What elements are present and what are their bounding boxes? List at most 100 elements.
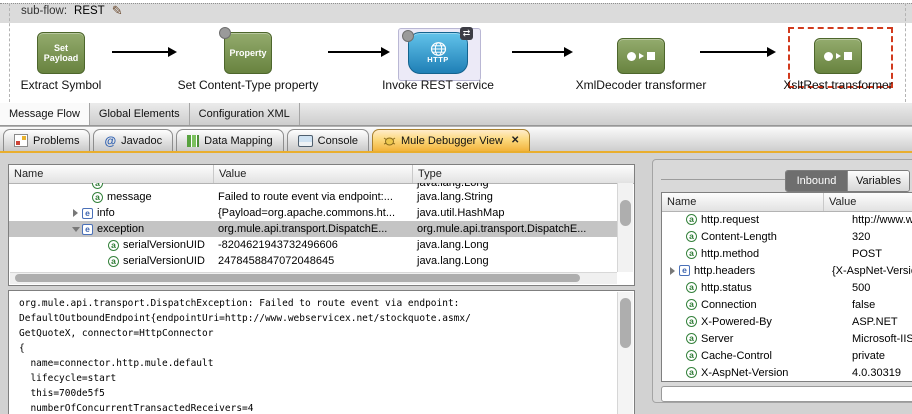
transformer-icon xyxy=(814,38,862,74)
mule-debugger-content: Name Value Type ajava.lang.LongamessageF… xyxy=(0,151,912,414)
flow-arrow xyxy=(700,51,768,53)
flow-arrow xyxy=(112,51,169,53)
mule-studio-window: sub-flow: REST ✎ Set Payload Extract Sym… xyxy=(0,0,912,414)
flow-node-set-content-type[interactable]: Property Set Content-Type property xyxy=(163,28,333,92)
message-tree-table: Name Value Type ajava.lang.LongamessageF… xyxy=(8,164,635,286)
attribute-icon: a xyxy=(108,240,119,251)
view-tab-bar: Problems @ Javadoc Data Mapping Console … xyxy=(0,126,912,151)
tree-row-exception[interactable]: eexceptionorg.mule.api.transport.Dispatc… xyxy=(9,221,617,237)
flow-node-invoke-rest-service[interactable]: ⇄ HTTP Invoke REST service xyxy=(353,28,523,92)
column-header-value[interactable]: Value xyxy=(214,165,413,183)
tree-vertical-scrollbar[interactable] xyxy=(617,183,633,272)
tree-row-serialVersionUID[interactable]: aserialVersionUID-8204621943732496606jav… xyxy=(9,237,617,253)
row-name: http.method xyxy=(701,248,759,260)
row-value: Failed to route event via endpoint:... xyxy=(214,191,413,203)
set-payload-icon: Set Payload xyxy=(37,32,85,74)
inspector-row-http.request[interactable]: ahttp.requesthttp://www.webs xyxy=(662,211,912,228)
tab-global-elements[interactable]: Global Elements xyxy=(90,103,190,125)
scrollbar-thumb[interactable] xyxy=(620,298,631,348)
problems-icon xyxy=(14,134,28,147)
close-icon[interactable]: ✕ xyxy=(511,135,519,146)
row-value: Microsoft-IIS/7.0 xyxy=(848,333,912,345)
inspector-tab-baseline xyxy=(661,179,785,180)
row-type: java.lang.Long xyxy=(413,183,617,189)
flow-node-xmldecoder-transformer[interactable]: XmlDecoder transformer xyxy=(556,28,726,92)
inspector-row-X-AspNet-Version[interactable]: aX-AspNet-Version4.0.30319 xyxy=(662,364,912,381)
inspector-row-http.method[interactable]: ahttp.methodPOST xyxy=(662,245,912,262)
data-mapping-icon xyxy=(187,135,199,147)
row-name: Content-Length xyxy=(701,231,777,243)
scrollbar-thumb[interactable] xyxy=(15,274,580,282)
attribute-icon: a xyxy=(686,350,697,361)
inbound-properties-table: Name Value ahttp.requesthttp://www.webs a… xyxy=(661,192,912,382)
flow-node-extract-symbol[interactable]: Set Payload Extract Symbol xyxy=(0,28,146,92)
tree-table-header: Name Value Type xyxy=(9,165,634,184)
tree-row-serialVersionUID[interactable]: aserialVersionUID2478458847072048645java… xyxy=(9,253,617,269)
attribute-icon: a xyxy=(686,231,697,242)
row-type: java.lang.String xyxy=(413,191,617,203)
tree-row-info[interactable]: einfo{Payload=org.apache.commons.ht...ja… xyxy=(9,205,617,221)
exception-detail-box[interactable]: org.mule.api.transport.DispatchException… xyxy=(8,290,635,414)
tab-data-mapping[interactable]: Data Mapping xyxy=(176,129,284,151)
expand-arrow-icon[interactable] xyxy=(666,264,679,278)
expand-arrow-icon[interactable] xyxy=(69,206,82,220)
tab-inbound[interactable]: Inbound xyxy=(786,171,847,191)
node-label: Set Content-Type property xyxy=(178,78,319,92)
row-value: 500 xyxy=(848,282,912,294)
inspector-row-Server[interactable]: aServerMicrosoft-IIS/7.0 xyxy=(662,330,912,347)
debugger-bug-icon xyxy=(383,135,396,147)
flow-node-xsltrest-transformer[interactable]: XsltRest transformer xyxy=(753,28,912,92)
tree-table-body: ajava.lang.LongamessageFailed to route e… xyxy=(9,183,617,272)
inspector-row-Connection[interactable]: aConnectionfalse xyxy=(662,296,912,313)
column-header-name[interactable]: Name xyxy=(9,165,214,183)
row-name: X-Powered-By xyxy=(701,316,772,328)
inspector-row-http.headers[interactable]: ehttp.headers{X-AspNet-Versio xyxy=(662,262,912,279)
inspector-row-Content-Length[interactable]: aContent-Length320 xyxy=(662,228,912,245)
column-header-name[interactable]: Name xyxy=(662,193,824,211)
row-type: java.lang.Long xyxy=(413,255,617,267)
collapse-arrow-icon[interactable] xyxy=(69,222,82,236)
tab-variables[interactable]: Variables xyxy=(847,171,909,191)
row-value: POST xyxy=(848,248,912,260)
exception-vertical-scrollbar[interactable] xyxy=(617,292,633,414)
tab-console[interactable]: Console xyxy=(287,129,369,151)
flow-arrow xyxy=(512,51,565,53)
tab-message-flow[interactable]: Message Flow xyxy=(0,103,90,125)
tab-mule-debugger-view[interactable]: Mule Debugger View ✕ xyxy=(372,129,530,151)
column-header-type[interactable]: Type xyxy=(413,165,634,183)
attribute-icon: a xyxy=(108,256,119,267)
tree-row-message[interactable]: amessageFailed to route event via endpoi… xyxy=(9,189,617,205)
node-label: Extract Symbol xyxy=(21,78,102,92)
inspector-row-X-Powered-By[interactable]: aX-Powered-ByASP.NET xyxy=(662,313,912,330)
scrollbar-thumb[interactable] xyxy=(620,200,631,226)
row-value: http://www.webs xyxy=(848,214,912,226)
row-name: X-AspNet-Version xyxy=(701,367,788,379)
row-name: http.headers xyxy=(694,265,755,277)
attribute-icon: a xyxy=(686,367,697,378)
swap-arrows-badge-icon: ⇄ xyxy=(460,27,473,40)
tab-problems[interactable]: Problems xyxy=(3,129,90,151)
subflow-label: sub-flow: xyxy=(21,5,67,17)
row-value: -8204621943732496606 xyxy=(214,239,413,251)
row-name: info xyxy=(97,207,115,219)
column-header-value[interactable]: Value xyxy=(824,193,912,211)
tree-horizontal-scrollbar[interactable] xyxy=(10,272,617,284)
row-value: ASP.NET xyxy=(848,316,912,328)
row-name: exception xyxy=(97,223,144,235)
inspector-row-Cache-Control[interactable]: aCache-Controlprivate xyxy=(662,347,912,364)
element-icon: e xyxy=(82,208,93,219)
tab-javadoc[interactable]: @ Javadoc xyxy=(93,129,173,151)
inspector-tab-group: Inbound Variables xyxy=(785,170,910,192)
exception-text: org.mule.api.transport.DispatchException… xyxy=(9,291,634,414)
breakpoint-dot-icon[interactable] xyxy=(402,30,414,42)
element-icon: e xyxy=(679,265,690,276)
subflow-scope-strip xyxy=(0,3,912,23)
tab-configuration-xml[interactable]: Configuration XML xyxy=(190,103,300,125)
row-type: java.lang.Long xyxy=(413,239,617,251)
inspector-row-http.status[interactable]: ahttp.status500 xyxy=(662,279,912,296)
flow-canvas[interactable]: sub-flow: REST ✎ Set Payload Extract Sym… xyxy=(0,0,912,103)
row-value: false xyxy=(848,299,912,311)
row-value: org.mule.api.transport.DispatchE... xyxy=(214,223,413,235)
edit-icon[interactable]: ✎ xyxy=(112,5,123,17)
breakpoint-dot-icon[interactable] xyxy=(219,27,231,39)
